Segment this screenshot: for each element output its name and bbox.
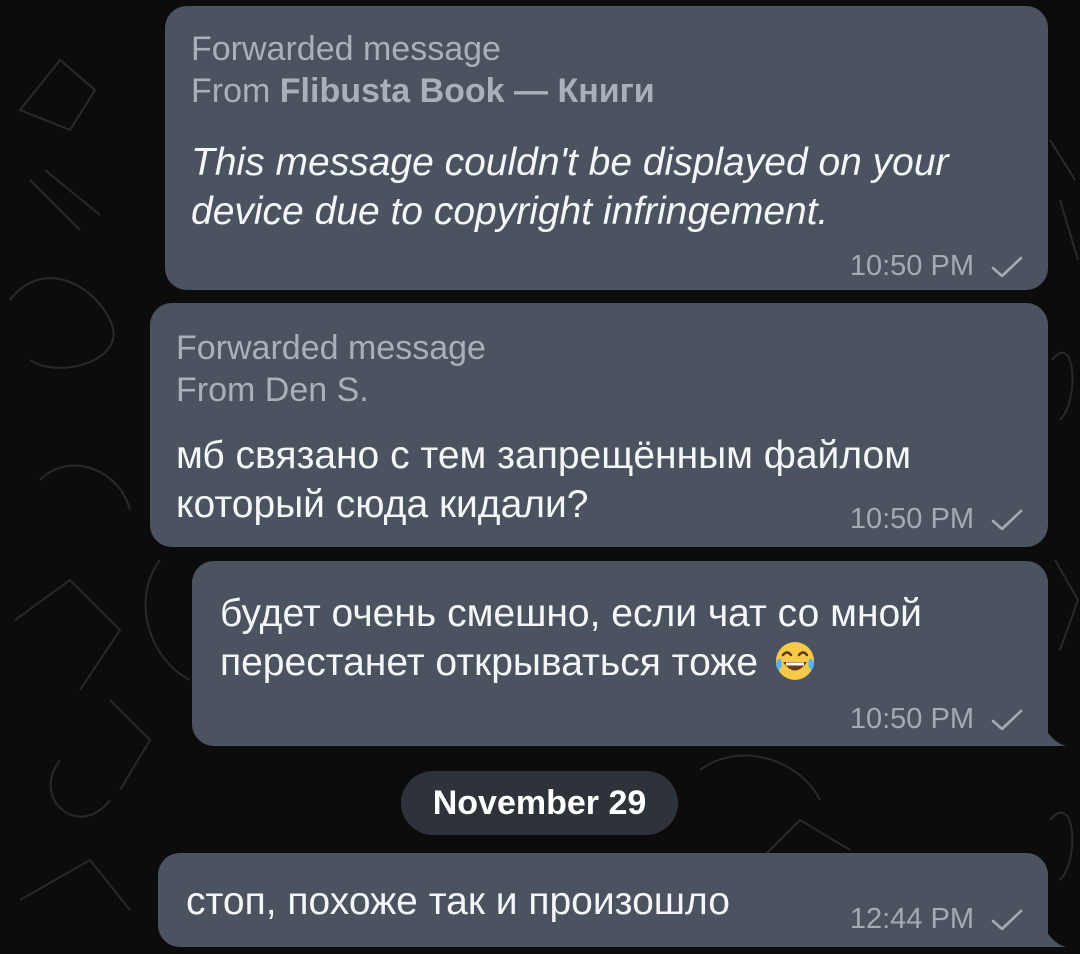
message-text-line: перестанет открываться тоже — [220, 638, 922, 687]
message-text-line: будет очень смешно, если чат со мной — [220, 592, 922, 635]
message-text: стоп, похоже так и произошло — [186, 880, 730, 923]
message-text-line: This message couldn't be displayed on yo… — [191, 141, 949, 184]
time-label: 10:50 PM — [849, 250, 974, 282]
message-bubble-2[interactable]: Forwarded message From Den S. мб связано… — [150, 303, 1048, 547]
tears-of-joy-emoji-icon — [775, 642, 814, 680]
forwarded-from[interactable]: From Den S. — [176, 369, 486, 411]
forwarded-from-prefix: From — [191, 72, 280, 110]
message-bubble-4[interactable]: стоп, похоже так и произошло 12:44 PM — [158, 853, 1048, 947]
message-bubble-3[interactable]: будет очень смешно, если чат со мной пер… — [192, 561, 1048, 746]
message-text-line: который сюда кидали? — [176, 483, 589, 526]
message-text-line: device due to copyright infringement. — [191, 190, 829, 233]
sent-check-icon — [991, 509, 1023, 530]
forwarded-label: Forwarded message — [191, 30, 501, 68]
bubble-tail — [1044, 927, 1066, 947]
message-time: 10:50 PM — [850, 250, 1024, 283]
message-text-line-content: перестанет открываться тоже — [220, 641, 759, 684]
time-label: 10:50 PM — [849, 503, 974, 535]
forwarded-label: Forwarded message — [176, 329, 486, 367]
message-text-line: мб связано с тем запрещённым файлом — [176, 434, 912, 477]
sent-check-icon — [991, 256, 1023, 277]
message-time: 12:44 PM — [850, 903, 1024, 936]
forwarded-from[interactable]: From Flibusta Book — Книги — [191, 70, 655, 112]
sent-check-icon — [991, 709, 1023, 730]
time-label: 10:50 PM — [849, 703, 974, 735]
message-text: мб связано с тем запрещённым файлом кото… — [176, 431, 911, 529]
message-text: This message couldn't be displayed on yo… — [191, 138, 949, 236]
date-separator: November 29 — [401, 771, 678, 835]
message-time: 10:50 PM — [850, 703, 1024, 736]
message-time: 10:50 PM — [850, 503, 1024, 536]
bubble-tail — [1044, 726, 1066, 746]
message-text: будет очень смешно, если чат со мной пер… — [220, 589, 922, 687]
forwarded-from-name[interactable]: Flibusta Book — Книги — [280, 72, 655, 110]
time-label: 12:44 PM — [849, 903, 974, 935]
message-bubble-1[interactable]: Forwarded message From Flibusta Book — К… — [165, 6, 1048, 290]
sent-check-icon — [991, 909, 1023, 930]
